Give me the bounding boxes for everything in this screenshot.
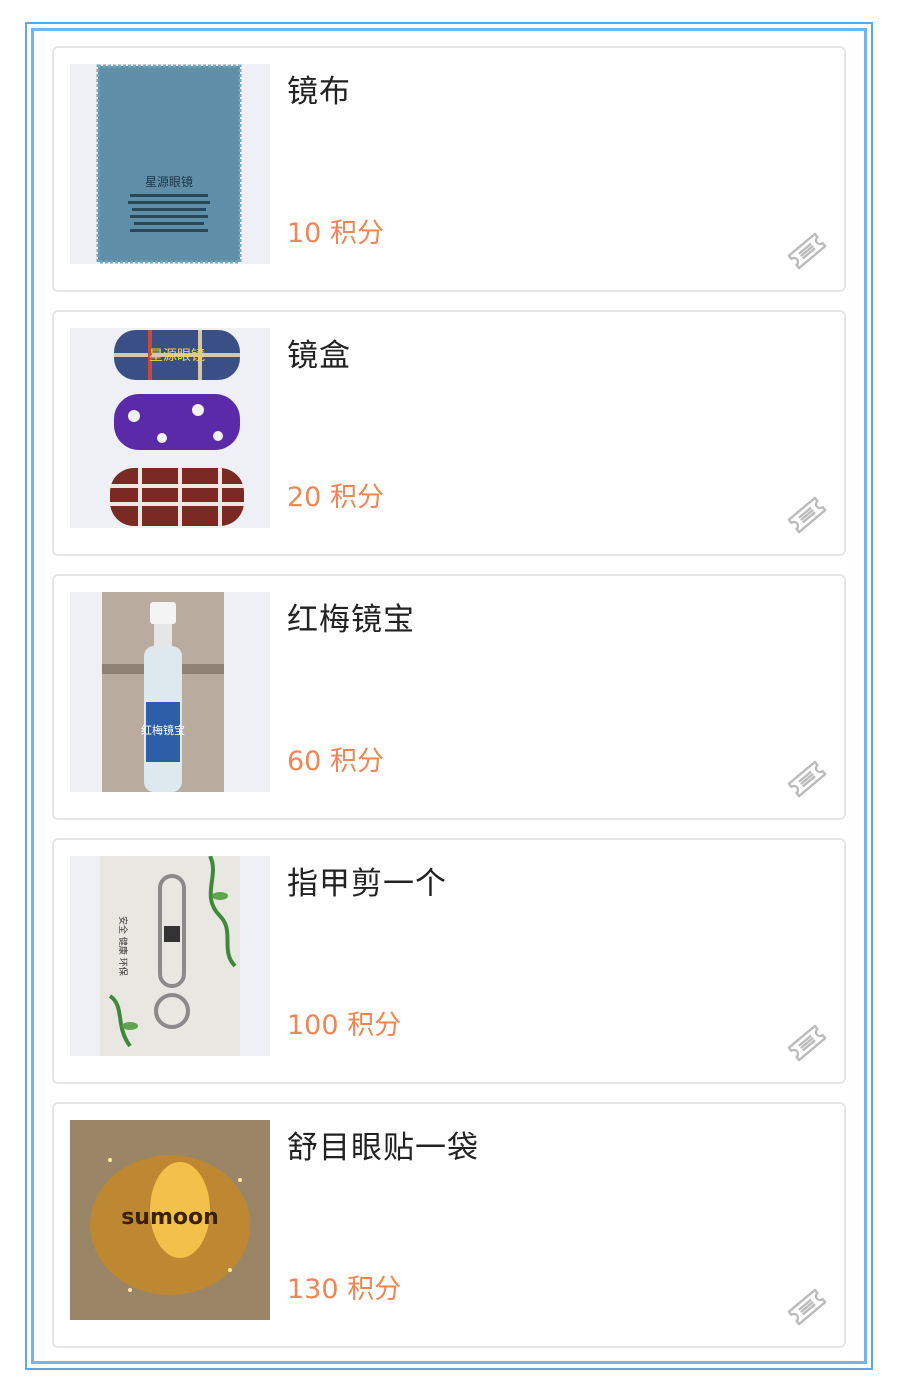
eye-patch-brand-text: sumoon bbox=[121, 1205, 219, 1230]
product-image-eye-patch-box: sumoon bbox=[70, 1120, 270, 1320]
ticket-icon[interactable] bbox=[784, 756, 830, 802]
product-name: 镜盒 bbox=[287, 338, 351, 374]
case-brand-text: 星源眼镜 bbox=[149, 348, 205, 364]
cloth-brand-text: 星源眼镜 bbox=[145, 174, 193, 189]
ticket-icon[interactable] bbox=[784, 1020, 830, 1066]
product-points: 20 积分 bbox=[287, 482, 384, 513]
ticket-icon[interactable] bbox=[784, 1284, 830, 1330]
spray-brand-text: 红梅镜宝 bbox=[141, 723, 185, 737]
page-frame: 星源眼镜 镜布 10 积分 星源眼镜 镜盒 20 积分 红梅镜宝 红梅镜宝 60… bbox=[25, 22, 873, 1370]
product-list: 星源眼镜 镜布 10 积分 星源眼镜 镜盒 20 积分 红梅镜宝 红梅镜宝 60… bbox=[31, 28, 867, 1364]
product-card-lens-spray[interactable]: 红梅镜宝 红梅镜宝 60 积分 bbox=[52, 574, 846, 820]
product-image-glasses-cases: 星源眼镜 bbox=[70, 328, 270, 528]
product-card-nail-clipper[interactable]: 安全 健康 环保 指甲剪一个 100 积分 bbox=[52, 838, 846, 1084]
product-points: 10 积分 bbox=[287, 218, 384, 249]
product-name: 镜布 bbox=[287, 74, 351, 110]
product-card-lens-cloth[interactable]: 星源眼镜 镜布 10 积分 bbox=[52, 46, 846, 292]
product-name: 指甲剪一个 bbox=[287, 866, 447, 902]
product-image-lens-spray-bottle: 红梅镜宝 bbox=[70, 592, 270, 792]
clipper-label-text: 安全 健康 环保 bbox=[117, 916, 129, 976]
product-card-eye-patch[interactable]: sumoon 舒目眼贴一袋 130 积分 bbox=[52, 1102, 846, 1348]
product-name: 红梅镜宝 bbox=[287, 602, 415, 638]
product-points: 60 积分 bbox=[287, 746, 384, 777]
product-points: 130 积分 bbox=[287, 1274, 402, 1305]
product-name: 舒目眼贴一袋 bbox=[287, 1130, 479, 1166]
ticket-icon[interactable] bbox=[784, 492, 830, 538]
product-points: 100 积分 bbox=[287, 1010, 402, 1041]
ticket-icon[interactable] bbox=[784, 228, 830, 274]
product-card-glasses-case[interactable]: 星源眼镜 镜盒 20 积分 bbox=[52, 310, 846, 556]
product-image-nail-clipper: 安全 健康 环保 bbox=[70, 856, 270, 1056]
product-image-lens-cloth: 星源眼镜 bbox=[70, 64, 270, 264]
